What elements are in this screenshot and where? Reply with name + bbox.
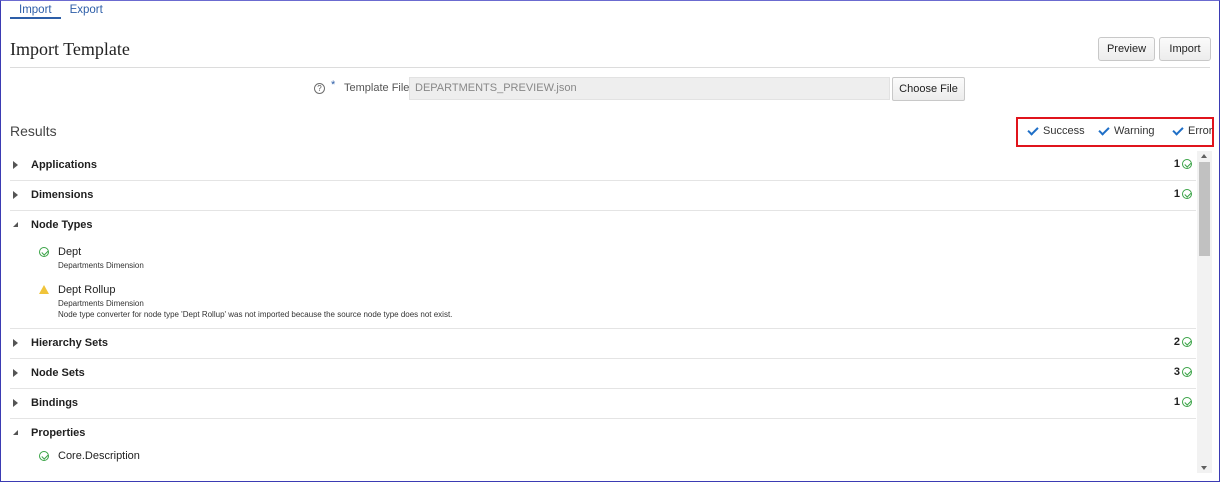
section-label: Node Sets [31, 367, 85, 379]
list-item: Dept Rollup Departments Dimension Node t… [10, 279, 1196, 329]
caret-right-icon[interactable] [13, 339, 18, 347]
checkbox-checked-icon [1027, 126, 1038, 137]
checkbox-checked-icon [1172, 126, 1183, 137]
section-count: 2 [1174, 336, 1192, 348]
section-bindings[interactable]: Bindings 1 [10, 389, 1196, 419]
filter-error-checkbox[interactable]: Error [1172, 125, 1212, 137]
section-count: 1 [1174, 396, 1192, 408]
top-tabs: Import Export [10, 1, 112, 19]
success-check-icon [1182, 189, 1192, 199]
section-count: 1 [1174, 158, 1192, 170]
item-detail: Departments Dimension [58, 299, 144, 308]
checkbox-checked-icon [1098, 126, 1109, 137]
section-count: 3 [1174, 366, 1192, 378]
filter-error-label: Error [1188, 125, 1213, 137]
page-title: Import Template [10, 39, 130, 59]
section-hierarchy-sets[interactable]: Hierarchy Sets 2 [10, 329, 1196, 359]
tab-import[interactable]: Import [10, 1, 61, 19]
scrollbar-thumb[interactable] [1199, 162, 1210, 256]
section-dimensions[interactable]: Dimensions 1 [10, 181, 1196, 211]
choose-file-button[interactable]: Choose File [892, 77, 965, 101]
success-check-icon [39, 451, 49, 461]
section-label: Node Types [31, 219, 93, 231]
item-name: Core.Description [58, 450, 140, 462]
caret-right-icon[interactable] [13, 369, 18, 377]
filter-warning-checkbox[interactable]: Warning [1098, 125, 1155, 137]
import-export-window: Import Export Import Template Preview Im… [0, 0, 1220, 482]
section-node-types[interactable]: Node Types [10, 211, 1196, 241]
scroll-down-arrow-icon[interactable] [1201, 466, 1207, 470]
success-check-icon [1182, 159, 1192, 169]
list-item: Core.Description [10, 449, 1196, 479]
help-circle-icon[interactable]: ? [314, 83, 325, 94]
filter-success-checkbox[interactable]: Success [1027, 125, 1085, 137]
success-check-icon [39, 247, 49, 257]
section-label: Dimensions [31, 189, 94, 201]
template-file-field[interactable]: DEPARTMENTS_PREVIEW.json [409, 77, 890, 100]
item-name: Dept Rollup [58, 284, 116, 296]
caret-down-icon[interactable] [13, 430, 18, 435]
warning-triangle-icon [39, 285, 49, 294]
properties-details: Core.Description [10, 449, 1196, 479]
required-marker: * [331, 79, 336, 91]
tab-export[interactable]: Export [61, 1, 112, 19]
filter-warning-label: Warning [1114, 125, 1155, 137]
section-label: Applications [31, 159, 98, 171]
success-check-icon [1182, 367, 1192, 377]
caret-right-icon[interactable] [13, 191, 18, 199]
header-divider [10, 67, 1210, 68]
caret-right-icon[interactable] [13, 399, 18, 407]
success-check-icon [1182, 397, 1192, 407]
section-properties[interactable]: Properties [10, 419, 1196, 449]
results-list: Applications 1 Dimensions 1 Node Types D… [10, 151, 1196, 481]
item-message: Node type converter for node type 'Dept … [58, 310, 453, 319]
caret-down-icon[interactable] [13, 222, 18, 227]
section-label: Hierarchy Sets [31, 337, 109, 349]
node-types-details: Dept Departments Dimension Dept Rollup D… [10, 241, 1196, 329]
preview-button[interactable]: Preview [1098, 37, 1155, 61]
import-button[interactable]: Import [1159, 37, 1211, 61]
success-check-icon [1182, 337, 1192, 347]
section-label: Bindings [31, 397, 79, 409]
results-scrollbar[interactable] [1197, 151, 1212, 473]
section-label: Properties [31, 427, 86, 439]
section-count: 1 [1174, 188, 1192, 200]
section-applications[interactable]: Applications 1 [10, 151, 1196, 181]
results-title: Results [10, 123, 57, 139]
item-name: Dept [58, 246, 82, 258]
caret-right-icon[interactable] [13, 161, 18, 169]
list-item: Dept Departments Dimension [10, 241, 1196, 279]
scroll-up-arrow-icon[interactable] [1201, 154, 1207, 158]
filter-success-label: Success [1043, 125, 1085, 137]
section-node-sets[interactable]: Node Sets 3 [10, 359, 1196, 389]
template-file-label: Template File [344, 82, 410, 94]
item-detail: Departments Dimension [58, 261, 144, 270]
